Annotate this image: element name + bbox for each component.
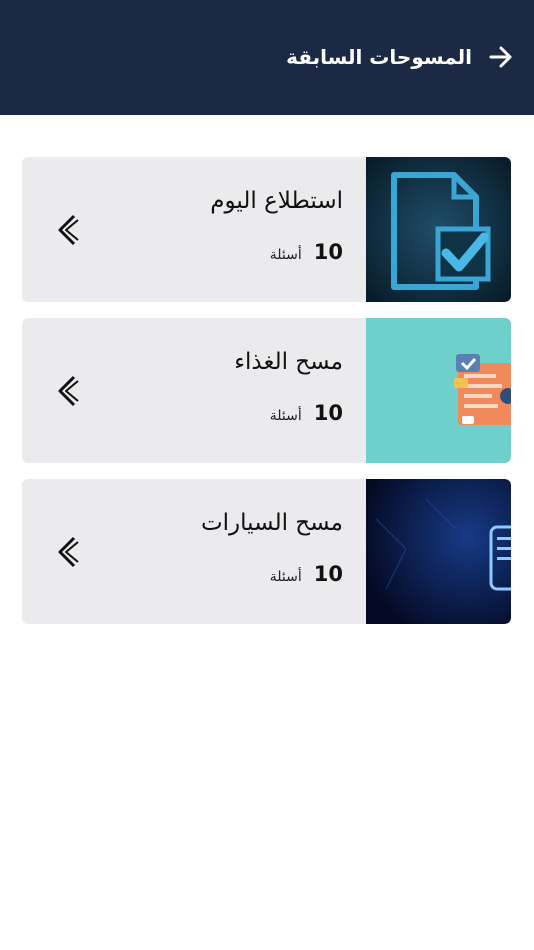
survey-card[interactable]: مسح السيارات 10 أسئلة bbox=[22, 479, 511, 624]
glowing-document-icon bbox=[366, 479, 511, 624]
app-header: المسوحات السابقة bbox=[0, 0, 534, 115]
survey-illustration bbox=[366, 318, 511, 463]
survey-title: استطلاع اليوم bbox=[210, 188, 343, 214]
arrow-right-icon[interactable] bbox=[488, 45, 514, 69]
chevron-left-icon[interactable] bbox=[52, 373, 82, 409]
question-count-value: 10 bbox=[313, 401, 343, 425]
question-count-value: 10 bbox=[313, 562, 343, 586]
question-count: 10 أسئلة bbox=[270, 239, 343, 265]
question-count-label: أسئلة bbox=[269, 408, 302, 424]
survey-card[interactable]: استطلاع اليوم 10 أسئلة bbox=[22, 157, 511, 302]
document-checkmark-icon bbox=[366, 157, 511, 302]
chevron-left-icon[interactable] bbox=[52, 534, 82, 570]
question-count-label: أسئلة bbox=[269, 569, 302, 585]
survey-title: مسح السيارات bbox=[200, 510, 343, 536]
survey-card[interactable]: مسح الغذاء 10 أسئلة bbox=[22, 318, 511, 463]
chevron-left-icon[interactable] bbox=[52, 212, 82, 248]
survey-title: مسح الغذاء bbox=[234, 349, 343, 375]
page-title: المسوحات السابقة bbox=[286, 45, 472, 69]
question-count-value: 10 bbox=[313, 240, 343, 264]
question-count-label: أسئلة bbox=[269, 247, 302, 263]
question-count: 10 أسئلة bbox=[270, 561, 343, 587]
question-count: 10 أسئلة bbox=[270, 400, 343, 426]
